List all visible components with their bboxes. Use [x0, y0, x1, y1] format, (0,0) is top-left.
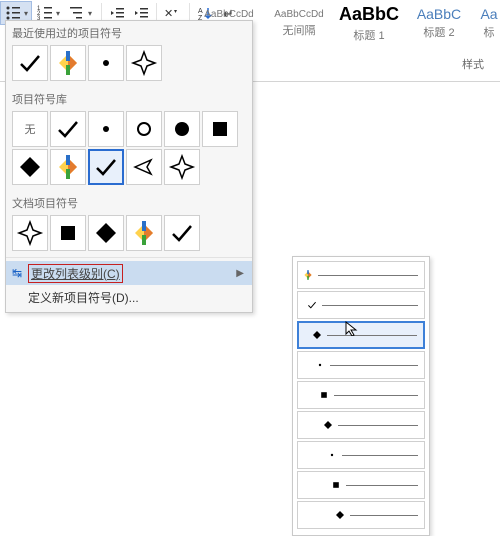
list-level-item[interactable] — [297, 411, 425, 439]
level-line — [327, 335, 417, 336]
chevron-down-icon: ▾ — [24, 9, 28, 18]
style-item[interactable]: AaBbCcDd无间隔 — [268, 0, 330, 46]
bullet-cell-arrow[interactable] — [126, 149, 162, 185]
bullet-square-icon — [318, 389, 330, 401]
level-line — [342, 455, 418, 456]
menu-define-new-bullet[interactable]: 定义新项目符号(D)... — [6, 285, 252, 309]
bullet-diamond-icon — [334, 509, 346, 521]
menu-change-list-level-label: 更改列表级别(C) — [28, 264, 123, 283]
svg-text:▾: ▾ — [174, 9, 177, 15]
change-level-icon: ↹ — [10, 266, 24, 280]
bullet-cell-check[interactable] — [50, 111, 86, 147]
level-line — [334, 395, 418, 396]
bullet-cell-circle[interactable] — [126, 111, 162, 147]
level-line — [350, 515, 418, 516]
bullet-color-diamond-icon — [302, 269, 314, 281]
list-level-item[interactable] — [297, 351, 425, 379]
bullet-cell-color-diamond[interactable] — [126, 215, 162, 251]
bullet-check-icon — [306, 299, 318, 311]
bullet-cell-dot[interactable] — [88, 45, 124, 81]
bullet-cell-color-diamond[interactable] — [50, 149, 86, 185]
list-level-submenu — [292, 256, 430, 536]
list-level-item[interactable] — [297, 501, 425, 529]
bullet-cell-check[interactable] — [12, 45, 48, 81]
asian-layout-icon: ✕▾ — [164, 5, 182, 21]
list-level-item[interactable] — [297, 441, 425, 469]
bullet-cell-dot[interactable] — [88, 111, 124, 147]
bullet-cell-star4[interactable] — [126, 45, 162, 81]
svg-text:✕: ✕ — [164, 8, 173, 20]
style-item[interactable]: AaBbC标题 2 — [408, 0, 470, 46]
bullet-cell-check[interactable] — [164, 215, 200, 251]
list-level-item[interactable] — [297, 381, 425, 409]
bullet-dot-icon — [314, 359, 326, 371]
bullet-cell-diamond[interactable] — [12, 149, 48, 185]
level-line — [330, 365, 418, 366]
bullet-cell-none[interactable]: 无 — [12, 111, 48, 147]
bullet-cell-square[interactable] — [50, 215, 86, 251]
level-line — [318, 275, 418, 276]
bullet-cell-color-diamond[interactable] — [50, 45, 86, 81]
section-recent-title: 最近使用过的项目符号 — [6, 21, 252, 43]
list-level-item[interactable] — [297, 261, 425, 289]
bullet-cell-diamond[interactable] — [88, 215, 124, 251]
bullet-cell-square[interactable] — [202, 111, 238, 147]
style-item[interactable]: Aa标 — [478, 0, 500, 46]
document-bullets-grid — [6, 213, 252, 257]
section-document-title: 文档项目符号 — [6, 191, 252, 213]
list-level-item[interactable] — [297, 291, 425, 319]
recent-bullets-grid — [6, 43, 252, 87]
level-line — [322, 305, 418, 306]
bullet-diamond-icon — [311, 329, 323, 341]
bullet-cell-star4[interactable] — [164, 149, 200, 185]
bullet-cell-star4[interactable] — [12, 215, 48, 251]
increase-indent-icon — [133, 5, 149, 21]
bullet-library-panel: 最近使用过的项目符号 项目符号库 无 文档项目符号 ↹ 更改列表级别(C) ▶ … — [5, 20, 253, 313]
bullet-cell-check[interactable] — [88, 149, 124, 185]
styles-group-caption: 样式 — [462, 56, 484, 72]
bullet-dot-icon — [326, 449, 338, 461]
chevron-down-icon: ▾ — [88, 9, 92, 18]
menu-change-list-level[interactable]: ↹ 更改列表级别(C) ▶ — [6, 261, 252, 285]
level-line — [338, 425, 418, 426]
bullet-square-icon — [330, 479, 342, 491]
list-level-item[interactable] — [297, 471, 425, 499]
library-bullets-grid: 无 — [6, 109, 252, 191]
panel-menu: ↹ 更改列表级别(C) ▶ 定义新项目符号(D)... — [6, 257, 252, 312]
style-item[interactable]: AaBbC标题 1 — [338, 0, 400, 46]
bullet-diamond-icon — [322, 419, 334, 431]
chevron-down-icon: ▾ — [56, 9, 60, 18]
bullet-cell-disc[interactable] — [164, 111, 200, 147]
submenu-arrow-icon: ▶ — [236, 268, 244, 279]
menu-define-new-bullet-label: 定义新项目符号(D)... — [28, 289, 139, 306]
level-line — [346, 485, 418, 486]
section-library-title: 项目符号库 — [6, 87, 252, 109]
decrease-indent-icon — [109, 5, 125, 21]
list-level-item[interactable] — [297, 321, 425, 349]
